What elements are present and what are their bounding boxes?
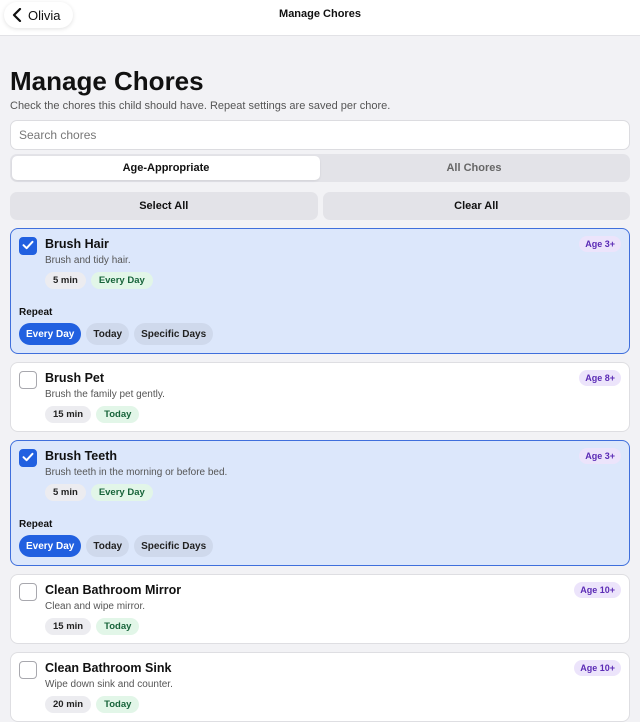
repeat-options: Every Day Today Specific Days <box>19 535 621 557</box>
page-subtitle: Check the chores this child should have.… <box>10 100 391 112</box>
chore-card-brush-teeth[interactable]: Brush Teeth Brush teeth in the morning o… <box>10 440 630 566</box>
chore-name: Clean Bathroom Mirror <box>45 583 182 597</box>
main-content: Manage Chores Check the chores this chil… <box>10 36 630 722</box>
chore-card-clean-bathroom-mirror[interactable]: Clean Bathroom Mirror Clean and wipe mir… <box>10 574 630 644</box>
repeat-option-specific-days[interactable]: Specific Days <box>134 535 214 557</box>
filter-segmented-control: Age-Appropriate All Chores <box>10 154 630 182</box>
chore-name: Brush Pet <box>45 371 105 385</box>
frequency-tag: Today <box>96 696 140 713</box>
repeat-label: Repeat <box>19 307 53 318</box>
chore-description: Brush teeth in the morning or before bed… <box>45 467 228 478</box>
duration-tag: 15 min <box>45 618 92 635</box>
repeat-option-today[interactable]: Today <box>86 535 130 557</box>
chore-description: Clean and wipe mirror. <box>45 601 146 612</box>
chore-card-clean-bathroom-sink[interactable]: Clean Bathroom Sink Wipe down sink and c… <box>10 652 630 722</box>
select-all-button[interactable]: Select All <box>10 192 318 220</box>
navigation-bar: Olivia Manage Chores <box>0 0 640 36</box>
checkmark-icon <box>22 449 34 467</box>
chore-description: Brush the family pet gently. <box>45 389 165 400</box>
chore-tags: 15 min Today <box>45 618 621 635</box>
checkmark-icon <box>22 237 34 255</box>
frequency-tag: Today <box>96 618 140 635</box>
chore-checkbox[interactable] <box>19 449 37 467</box>
nav-title: Manage Chores <box>279 8 361 20</box>
chore-card-brush-hair[interactable]: Brush Hair Brush and tidy hair. 5 min Ev… <box>10 228 630 354</box>
chore-list: Brush Hair Brush and tidy hair. 5 min Ev… <box>10 228 630 722</box>
page-title: Manage Chores <box>10 66 204 96</box>
clear-all-button[interactable]: Clear All <box>322 192 630 220</box>
chore-checkbox[interactable] <box>19 583 37 601</box>
chore-checkbox[interactable] <box>19 661 37 679</box>
chore-checkbox[interactable] <box>19 371 37 389</box>
chore-tags: 5 min Every Day <box>45 272 621 289</box>
age-badge: Age 3+ <box>579 236 621 252</box>
duration-tag: 5 min <box>45 272 86 289</box>
repeat-option-today[interactable]: Today <box>86 323 130 345</box>
tab-all-chores[interactable]: All Chores <box>320 156 628 180</box>
chore-name: Brush Hair <box>45 237 109 251</box>
chore-name: Clean Bathroom Sink <box>45 661 172 675</box>
chore-description: Wipe down sink and counter. <box>45 679 173 690</box>
repeat-option-every-day[interactable]: Every Day <box>19 323 82 345</box>
frequency-tag: Every Day <box>90 272 153 289</box>
chore-tags: 5 min Every Day <box>45 484 621 501</box>
repeat-label: Repeat <box>19 519 53 530</box>
search-input[interactable] <box>10 120 630 150</box>
chore-card-brush-pet[interactable]: Brush Pet Brush the family pet gently. 1… <box>10 362 630 432</box>
chore-tags: 15 min Today <box>45 406 621 423</box>
age-badge: Age 3+ <box>579 448 621 464</box>
age-badge: Age 8+ <box>579 370 621 386</box>
repeat-options: Every Day Today Specific Days <box>19 323 621 345</box>
chore-checkbox[interactable] <box>19 237 37 255</box>
repeat-option-specific-days[interactable]: Specific Days <box>134 323 214 345</box>
chore-name: Brush Teeth <box>45 449 117 463</box>
chore-description: Brush and tidy hair. <box>45 255 131 266</box>
duration-tag: 5 min <box>45 484 86 501</box>
age-badge: Age 10+ <box>574 660 621 676</box>
bulk-actions: Select All Clear All <box>10 192 630 220</box>
frequency-tag: Every Day <box>90 484 153 501</box>
age-badge: Age 10+ <box>574 582 621 598</box>
duration-tag: 20 min <box>45 696 92 713</box>
chore-tags: 20 min Today <box>45 696 621 713</box>
tab-age-appropriate[interactable]: Age-Appropriate <box>12 156 320 180</box>
repeat-option-every-day[interactable]: Every Day <box>19 535 82 557</box>
frequency-tag: Today <box>96 406 140 423</box>
duration-tag: 15 min <box>45 406 92 423</box>
